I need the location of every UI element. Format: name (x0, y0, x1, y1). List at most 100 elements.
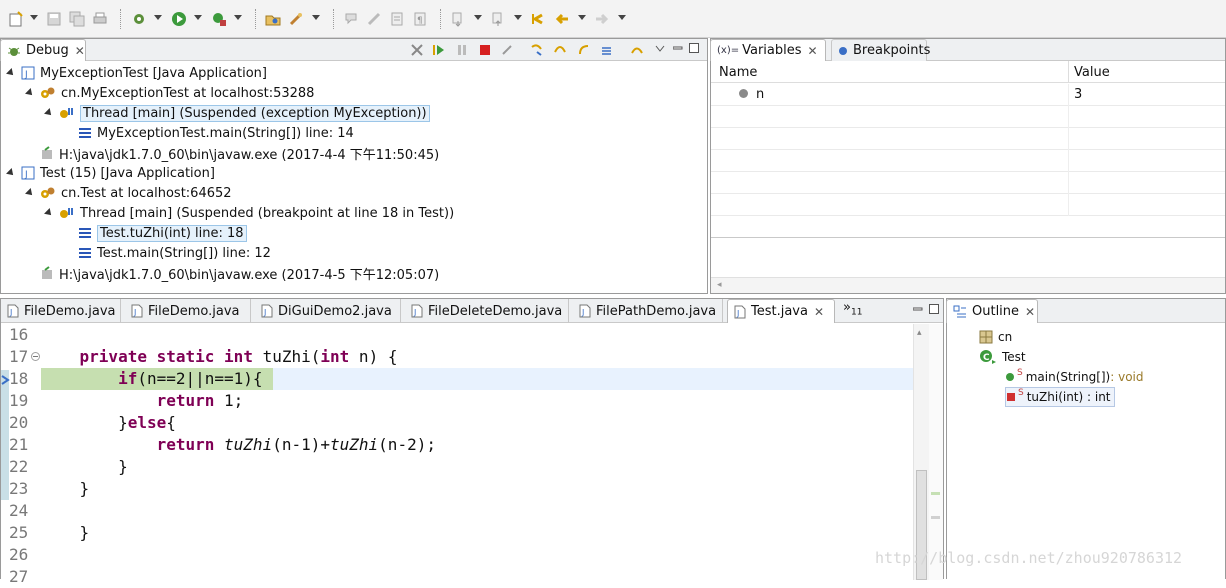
editor-tab[interactable]: J DiGuiDemo2.java (255, 299, 401, 323)
disconnect-icon[interactable] (501, 44, 512, 55)
code-editor[interactable]: 16 17 private static int tuZhi(int n) {18… (1, 324, 913, 586)
outline-item[interactable]: StuZhi(int) : int (1005, 387, 1115, 407)
outline-item[interactable]: cn (979, 327, 1012, 347)
open-type-icon[interactable] (262, 9, 284, 29)
editor-tab-label: FileDemo.java (24, 303, 116, 319)
view-menu-icon[interactable] (655, 42, 665, 52)
editor-tab[interactable]: J FileDeleteDemo.java (405, 299, 569, 323)
debug-settings-icon[interactable] (128, 9, 150, 29)
debug-tree-item[interactable]: Thread [main] (Suspended (breakpoint at … (44, 203, 455, 223)
prev-dropdown-icon[interactable] (514, 15, 522, 20)
debug-tree-item[interactable]: H:\java\jdk1.7.0_60\bin\javaw.exe (2017-… (26, 263, 439, 283)
drop-to-frame-icon[interactable] (601, 44, 611, 55)
outline-item[interactable]: Smain(String[]) : void (1005, 367, 1144, 387)
line-number: 20 (9, 413, 29, 432)
scroll-left-icon[interactable]: ◂ (717, 280, 722, 290)
variables-icon: (x)= (717, 45, 740, 56)
scroll-up-icon[interactable]: ▴ (917, 328, 922, 338)
watermark: http://blog.csdn.net/zhou920786312 (875, 549, 1183, 567)
external-tools-icon[interactable] (208, 9, 230, 29)
fold-icon[interactable] (31, 352, 40, 361)
suspend-icon[interactable] (456, 44, 466, 55)
line-number: 19 (9, 391, 29, 410)
debug-tree-item[interactable]: cn.MyExceptionTest at localhost:53288 (25, 83, 315, 103)
expand-toggle-icon[interactable] (25, 88, 35, 98)
editor-tab[interactable]: J FilePathDemo.java (573, 299, 723, 323)
last-edit-icon[interactable] (527, 9, 549, 29)
save-icon[interactable] (43, 9, 65, 29)
next-dropdown-icon[interactable] (474, 15, 482, 20)
resume-icon[interactable] (433, 44, 444, 55)
debug-tree-item[interactable]: Test.tuZhi(int) line: 18 (64, 223, 247, 243)
variable-value: 3 (1074, 87, 1083, 102)
terminate-icon[interactable] (479, 44, 490, 55)
debug-tree-item[interactable]: J MyExceptionTest [Java Application] (6, 63, 267, 83)
use-step-filters-icon[interactable] (631, 44, 643, 54)
next-annotation-icon[interactable] (447, 9, 469, 29)
forward-dropdown-icon[interactable] (618, 15, 626, 20)
annotation-icon[interactable] (340, 9, 362, 29)
remove-terminated-icon[interactable] (411, 44, 423, 56)
vm-icon (40, 186, 56, 200)
tab-outline[interactable]: Outline ✕ (946, 299, 1038, 323)
maximize-icon[interactable] (689, 42, 699, 53)
expand-toggle-icon[interactable] (44, 208, 54, 218)
step-return-icon[interactable] (578, 44, 589, 55)
maximize-icon[interactable] (929, 303, 939, 314)
debug-tree-item[interactable]: Test.main(String[]) line: 12 (64, 243, 271, 263)
debug-tree-label: Thread [main] (Suspended (breakpoint at … (80, 205, 455, 221)
print-icon[interactable] (89, 9, 111, 29)
debug-dropdown-icon[interactable] (154, 15, 162, 20)
close-icon[interactable]: ✕ (808, 44, 818, 58)
debug-tree-item[interactable]: H:\java\jdk1.7.0_60\bin\javaw.exe (2017-… (26, 143, 439, 163)
debug-tree-item[interactable]: cn.Test at localhost:64652 (25, 183, 232, 203)
expand-toggle-icon[interactable] (44, 108, 54, 118)
back-icon[interactable] (551, 9, 573, 29)
debug-tree-item[interactable]: MyExceptionTest.main(String[]) line: 14 (64, 123, 354, 143)
pen-icon[interactable] (363, 9, 385, 29)
minimize-icon[interactable] (672, 42, 683, 52)
debug-tree-label: H:\java\jdk1.7.0_60\bin\javaw.exe (2017-… (59, 267, 440, 283)
more-tabs-button[interactable]: »11 (843, 300, 862, 318)
line-number: 23 (9, 479, 29, 498)
run-icon[interactable] (168, 9, 190, 29)
close-icon[interactable]: ✕ (75, 44, 85, 58)
debug-tree-item[interactable]: Thread [main] (Suspended (exception MyEx… (44, 103, 430, 123)
debug-tree-item[interactable]: J Test (15) [Java Application] (6, 163, 215, 183)
editor-tab[interactable]: J FileDemo.java (1, 299, 121, 323)
show-whitespace-icon[interactable]: ¶ (409, 9, 431, 29)
editor-tab[interactable]: J Test.java ✕ (727, 299, 835, 323)
column-header-value[interactable]: Value (1074, 65, 1110, 80)
tab-breakpoints[interactable]: Breakpoints (831, 39, 930, 61)
table-row[interactable]: n 3 (711, 84, 1225, 106)
new-dropdown-icon[interactable] (30, 15, 38, 20)
editor-tab[interactable]: J FileDemo.java (125, 299, 251, 323)
new-icon[interactable] (5, 9, 27, 29)
expand-toggle-icon[interactable] (6, 68, 16, 78)
svg-text:J: J (133, 308, 136, 317)
close-icon[interactable]: ✕ (814, 305, 824, 319)
task-dropdown-icon[interactable] (312, 15, 320, 20)
step-over-icon[interactable] (554, 44, 566, 54)
back-dropdown-icon[interactable] (578, 15, 586, 20)
toggle-block-icon[interactable] (386, 9, 408, 29)
expand-toggle-icon[interactable] (25, 188, 35, 198)
expand-toggle-icon[interactable] (6, 168, 16, 178)
close-icon[interactable]: ✕ (1025, 305, 1035, 319)
debug-tree-label: cn.MyExceptionTest at localhost:53288 (61, 85, 315, 101)
tab-debug[interactable]: Debug ✕ (0, 39, 86, 61)
minimize-icon[interactable] (912, 303, 923, 313)
save-all-icon[interactable] (66, 9, 88, 29)
vertical-scrollbar[interactable]: ▴ (913, 324, 929, 580)
forward-icon[interactable] (591, 9, 613, 29)
column-header-name[interactable]: Name (719, 65, 757, 80)
horizontal-scrollbar[interactable]: ◂ (711, 277, 1225, 293)
tools-dropdown-icon[interactable] (234, 15, 242, 20)
outline-item[interactable]: C Test (979, 347, 1026, 367)
open-task-icon[interactable] (285, 9, 307, 29)
debug-tabstrip: Debug ✕ (0, 39, 707, 61)
prev-annotation-icon[interactable] (487, 9, 509, 29)
tab-variables[interactable]: (x)= Variables ✕ (710, 39, 826, 61)
run-dropdown-icon[interactable] (194, 15, 202, 20)
step-into-icon[interactable] (531, 44, 542, 56)
